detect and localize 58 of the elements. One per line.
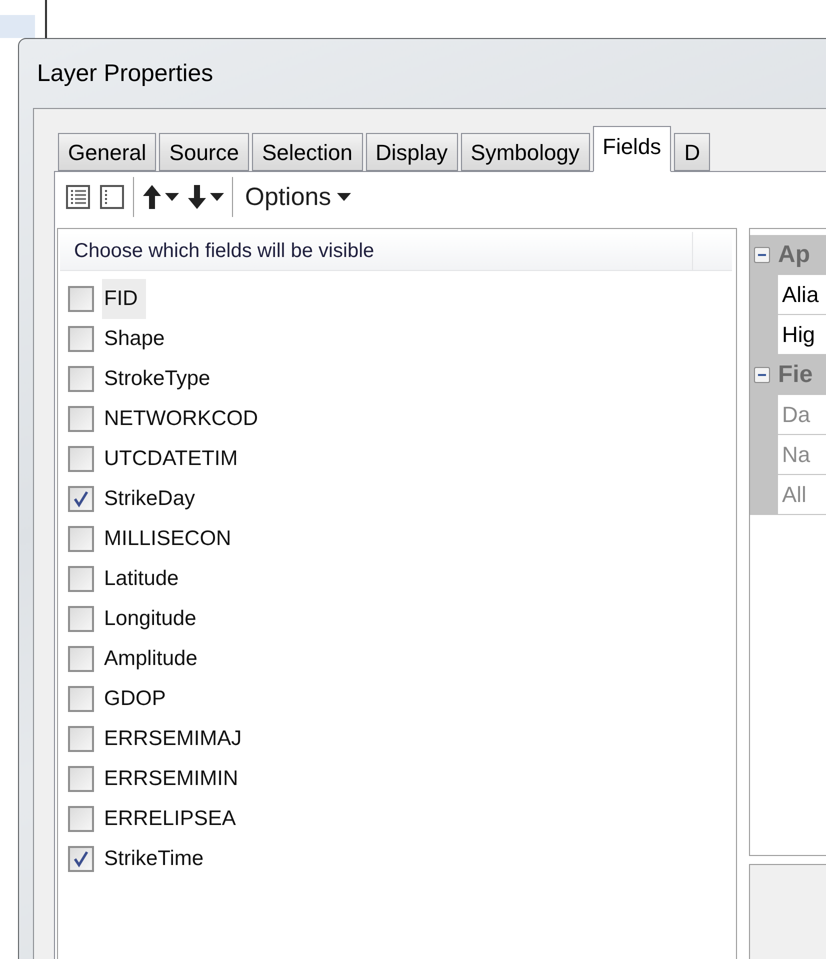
field-name[interactable]: UTCDATETIM [102,439,246,479]
property-name[interactable]: Hig [778,315,826,355]
field-name[interactable]: ERRSEMIMAJ [102,719,250,759]
checkbox[interactable] [68,726,94,752]
move-up-button[interactable] [142,184,179,210]
collapse-icon[interactable] [754,367,770,383]
field-name[interactable]: Longitude [102,599,204,639]
field-name[interactable]: Latitude [102,559,187,599]
checkmark-icon [72,490,90,508]
down-arrow-icon [187,184,207,210]
checkbox[interactable] [68,806,94,832]
collapse-icon[interactable] [754,247,770,263]
field-name[interactable]: NETWORKCOD [102,399,266,439]
tab[interactable]: Source [159,133,249,171]
column-header: Choose which fields will be visible [60,232,693,270]
checkbox[interactable] [68,326,94,352]
checkbox[interactable] [68,366,94,392]
window-title: Layer Properties [36,59,214,89]
list-icon[interactable] [65,184,91,210]
caret-icon [165,193,179,201]
options-button[interactable]: Options [241,182,352,212]
tab[interactable]: D [674,133,710,171]
checkbox[interactable] [68,446,94,472]
checkbox[interactable] [68,686,94,712]
checkbox[interactable] [68,846,94,872]
field-name[interactable]: StrokeType [102,359,218,399]
field-name[interactable]: Shape [102,319,173,359]
checkbox[interactable] [68,766,94,792]
section-title: Ap [778,241,810,269]
checkbox[interactable] [68,606,94,632]
field-name[interactable]: ERRELIPSEA [102,799,244,839]
checkbox[interactable] [68,566,94,592]
field-name[interactable]: ERRSEMIMIN [102,759,246,799]
field-name[interactable]: FID [102,279,146,319]
caret-icon [337,193,352,201]
tab[interactable]: General [58,133,156,171]
background-window [0,15,35,38]
checkbox[interactable] [68,526,94,552]
checkbox[interactable] [68,486,94,512]
property-name[interactable]: Alia [778,275,826,315]
field-name[interactable]: MILLISECON [102,519,240,559]
tab[interactable]: Selection [252,133,363,171]
tab[interactable]: Symbology [460,133,590,171]
checkmark-icon [72,850,90,868]
field-name[interactable]: StrikeDay [102,479,204,519]
field-name[interactable]: StrikeTime [102,839,212,879]
tab[interactable]: Display [366,133,458,171]
list-outline-icon[interactable] [99,184,125,210]
checkbox[interactable] [68,646,94,672]
move-down-button[interactable] [187,184,224,210]
tab[interactable]: Fields [592,126,672,172]
checkbox[interactable] [68,406,94,432]
up-arrow-icon [142,184,162,210]
field-name[interactable]: Amplitude [102,639,206,679]
section-title: Fie [778,361,813,389]
caret-icon [210,193,224,201]
field-name[interactable]: GDOP [102,679,174,719]
checkbox[interactable] [68,286,94,312]
